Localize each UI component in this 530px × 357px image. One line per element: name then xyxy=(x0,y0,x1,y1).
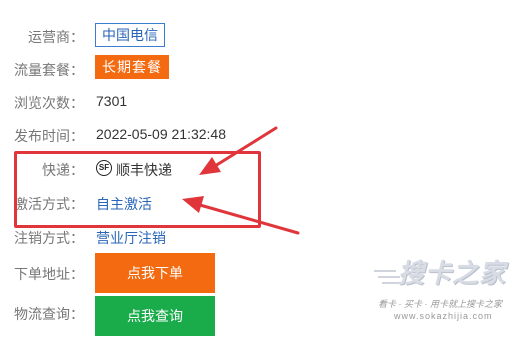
arrow-to-activation xyxy=(182,196,300,235)
watermark-logo: 搜卡之家 看卡 · 买卡 · 用卡就上搜卡之家 www.sokazhijia.c… xyxy=(372,253,522,323)
watermark-url: www.sokazhijia.com xyxy=(394,311,493,321)
watermark-name: 搜卡之家 xyxy=(398,258,507,288)
arrow-to-express xyxy=(199,126,278,175)
watermark-slogan: 看卡 · 买卡 · 用卡就上搜卡之家 xyxy=(378,299,502,309)
